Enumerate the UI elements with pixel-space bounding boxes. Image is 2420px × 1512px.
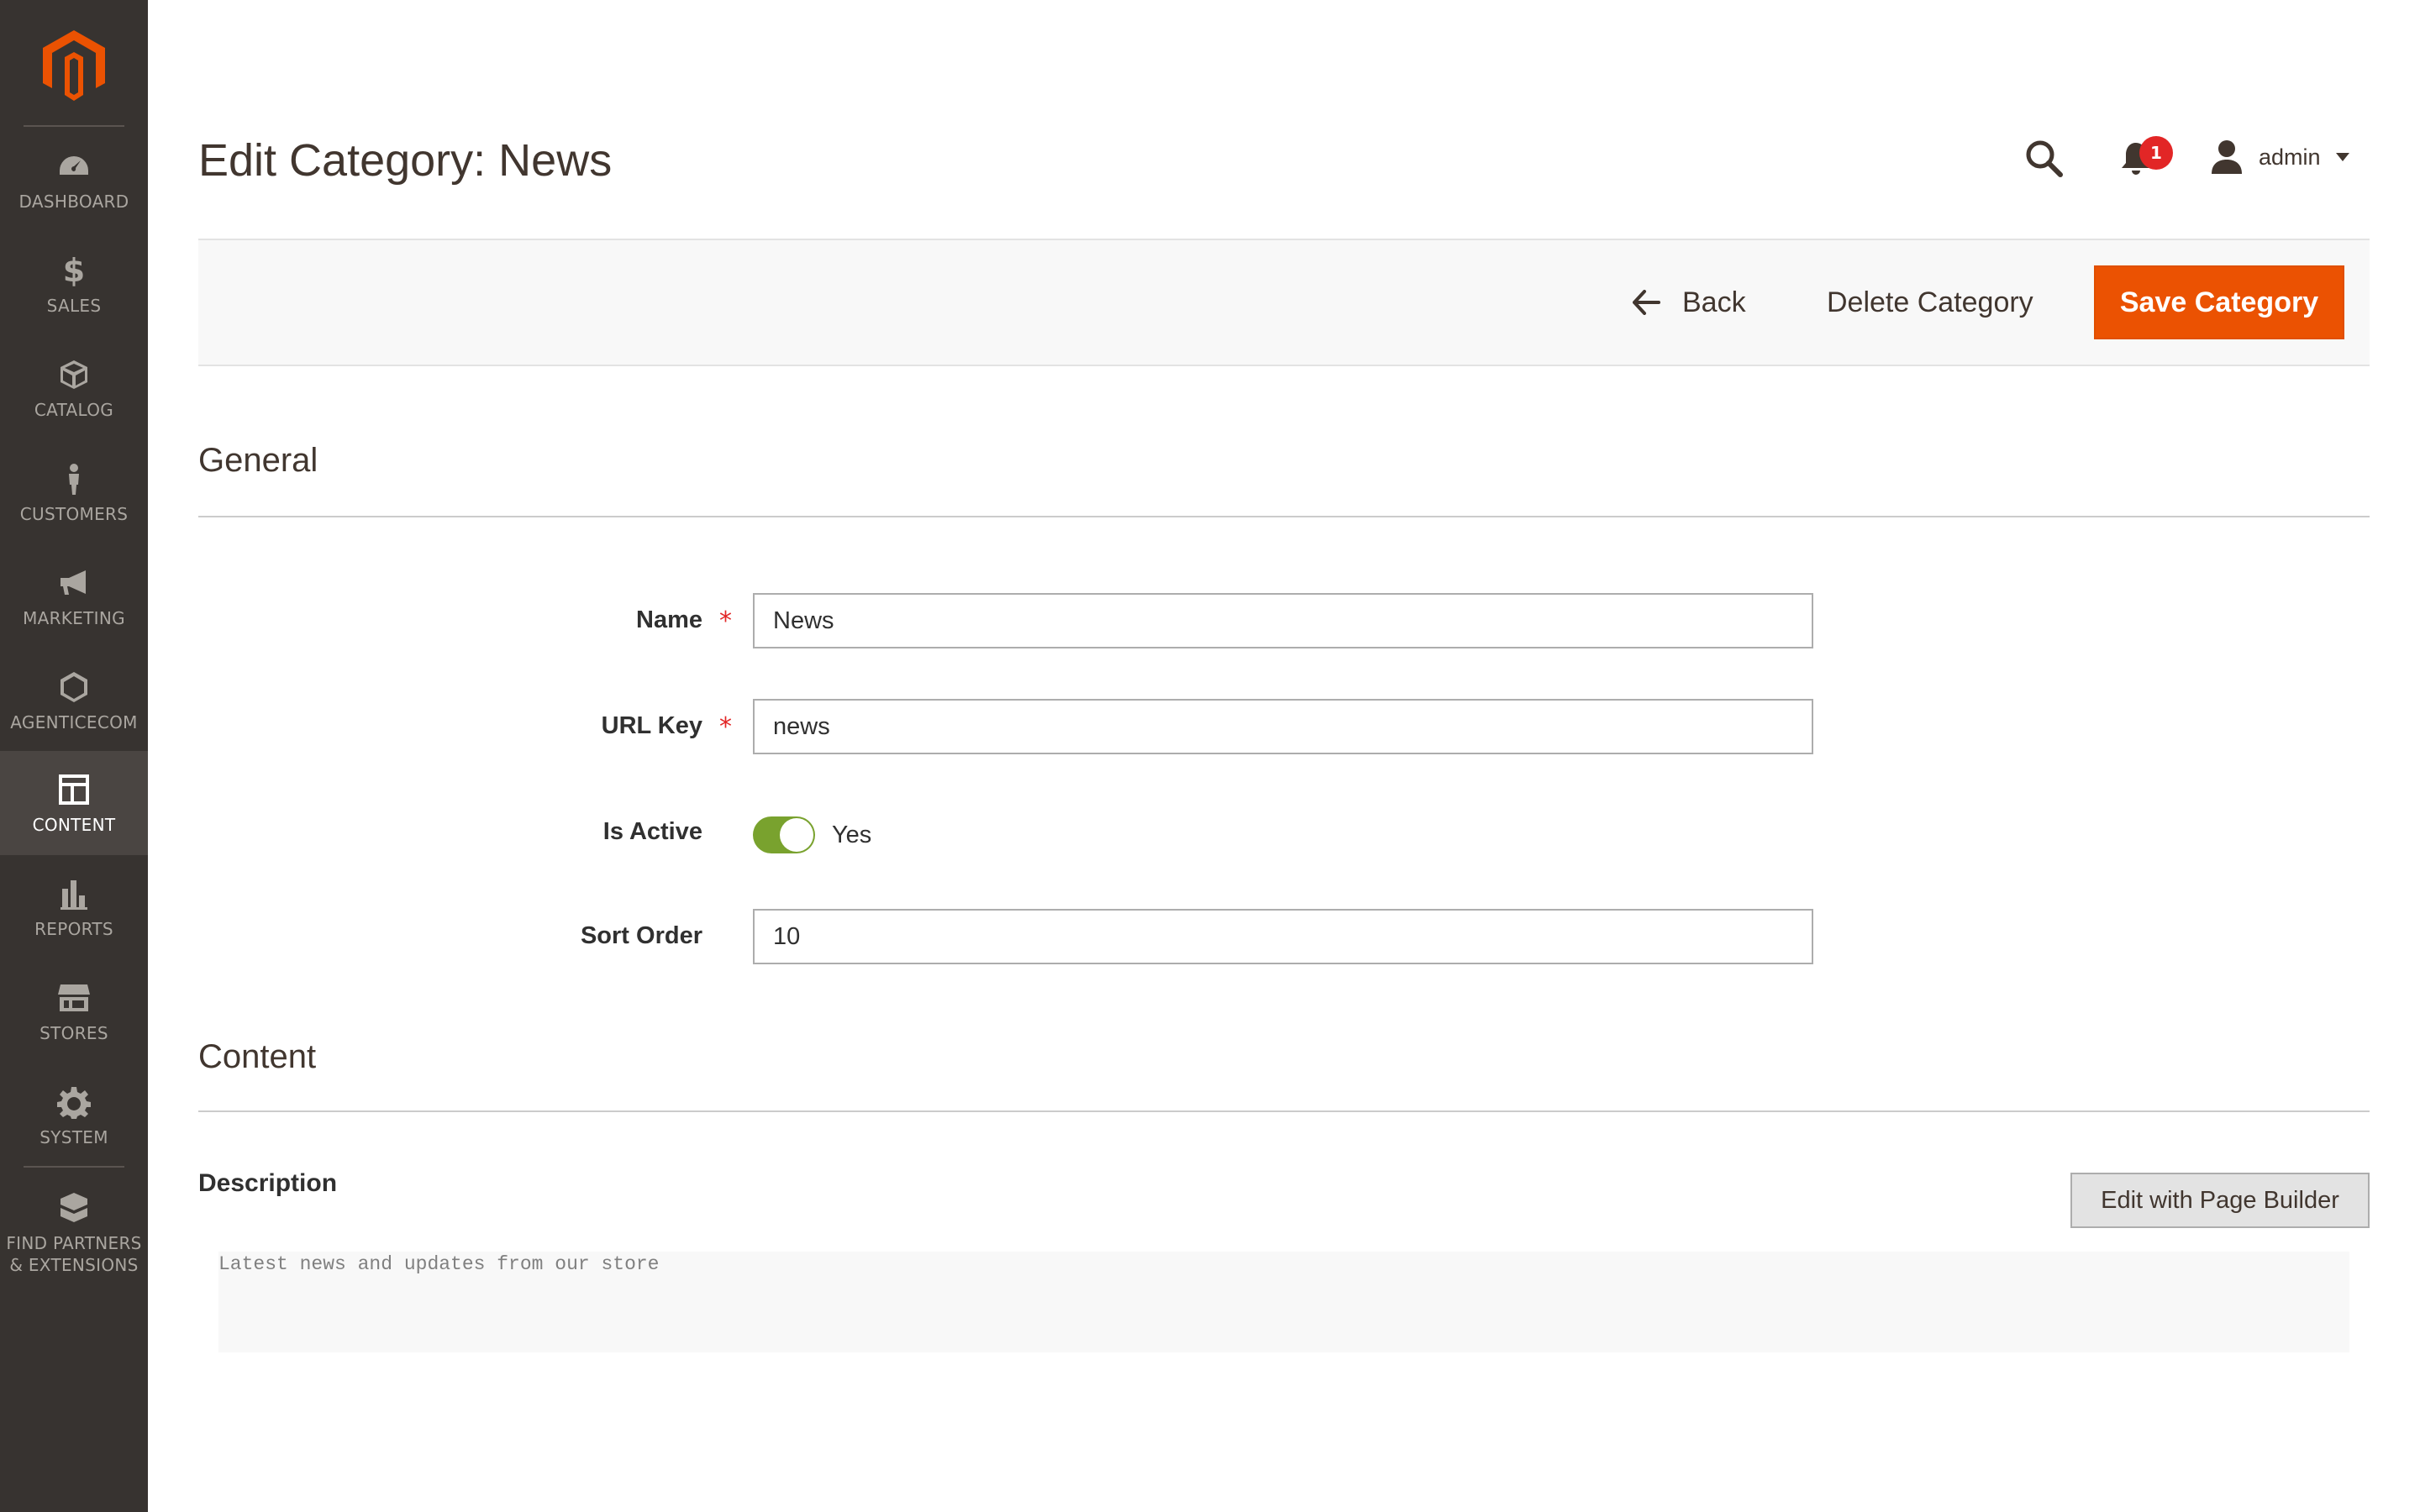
- section-title-content[interactable]: Content: [198, 1038, 316, 1076]
- url-key-input[interactable]: [753, 699, 1813, 754]
- required-asterisk: *: [719, 712, 732, 742]
- box-icon: [57, 358, 91, 391]
- sidebar-item-agenticecom[interactable]: AGENTICECOM: [0, 648, 148, 753]
- gear-icon: [57, 1085, 91, 1119]
- sidebar-item-label: DASHBOARD: [18, 192, 129, 212]
- megaphone-icon: [57, 566, 91, 600]
- sidebar-item-reports[interactable]: REPORTS: [0, 855, 148, 959]
- user-icon: [2212, 140, 2242, 174]
- chevron-down-icon: [2335, 153, 2349, 161]
- blocks-icon: [57, 1191, 91, 1225]
- section-title-general[interactable]: General: [198, 442, 318, 480]
- is-active-label: Is Active: [602, 818, 702, 845]
- sidebar-item-content[interactable]: CONTENT: [0, 751, 148, 855]
- is-active-toggle[interactable]: [753, 816, 815, 853]
- required-asterisk: *: [719, 606, 732, 636]
- dollar-icon: $: [57, 254, 91, 287]
- user-name: admin: [2259, 144, 2321, 170]
- name-label: Name: [636, 606, 702, 633]
- toggle-knob: [780, 818, 813, 852]
- sidebar-item-find-partners[interactable]: FIND PARTNERS & EXTENSIONS: [0, 1169, 148, 1287]
- sidebar-item-system[interactable]: SYSTEM: [0, 1063, 148, 1168]
- sidebar-item-catalog[interactable]: CATALOG: [0, 336, 148, 440]
- layout-icon: [57, 773, 91, 806]
- sidebar-item-customers[interactable]: CUSTOMERS: [0, 440, 148, 544]
- admin-sidebar: DASHBOARD $ SALES CATALOG CUSTOMERS MARK…: [0, 0, 148, 1512]
- sidebar-item-label: CONTENT: [32, 815, 116, 835]
- sidebar-item-stores[interactable]: STORES: [0, 959, 148, 1063]
- sidebar-item-dashboard[interactable]: DASHBOARD: [0, 128, 148, 232]
- bar-chart-icon: [57, 877, 91, 911]
- sidebar-divider: [24, 1166, 124, 1168]
- description-text: Latest news and updates from our store: [218, 1253, 660, 1275]
- sidebar-item-label: CATALOG: [34, 400, 114, 420]
- sidebar-item-label: SYSTEM: [39, 1127, 108, 1147]
- storefront-icon: [57, 981, 91, 1015]
- logo-divider: [24, 125, 124, 127]
- notification-badge[interactable]: 1: [2139, 136, 2173, 170]
- section-divider: [198, 1110, 2370, 1112]
- back-button-label: Back: [1682, 286, 1746, 318]
- user-menu[interactable]: admin: [2210, 136, 2349, 178]
- edit-with-page-builder-button[interactable]: Edit with Page Builder: [2070, 1173, 2370, 1228]
- description-label: Description: [198, 1169, 338, 1197]
- person-icon: [57, 462, 91, 496]
- sidebar-item-label: REPORTS: [34, 919, 113, 939]
- name-input[interactable]: [753, 593, 1813, 648]
- dashboard-icon: [57, 150, 91, 183]
- page-actions-bar: [198, 239, 2370, 366]
- delete-category-button[interactable]: Delete Category: [1827, 279, 2033, 326]
- magento-logo[interactable]: [43, 30, 105, 101]
- back-button[interactable]: Back: [1632, 279, 1746, 326]
- arrow-left-icon: [1633, 290, 1660, 315]
- sidebar-item-label: MARKETING: [23, 608, 125, 628]
- hexagon-icon: [57, 670, 91, 704]
- sidebar-item-marketing[interactable]: MARKETING: [0, 544, 148, 648]
- sort-order-input[interactable]: [753, 909, 1813, 964]
- sidebar-item-sales[interactable]: $ SALES: [0, 232, 148, 336]
- sort-order-label: Sort Order: [580, 922, 702, 949]
- sidebar-item-label: AGENTICECOM: [10, 712, 138, 732]
- search-icon[interactable]: [2023, 138, 2064, 178]
- section-divider: [198, 516, 2370, 517]
- page-title: Edit Category: News: [198, 135, 613, 186]
- sidebar-item-label: SALES: [46, 296, 102, 316]
- svg-text:$: $: [63, 254, 85, 287]
- is-active-value: Yes: [832, 822, 872, 848]
- sidebar-item-label: FIND PARTNERS & EXTENSIONS: [6, 1233, 142, 1275]
- save-category-button[interactable]: Save Category: [2094, 265, 2344, 339]
- sidebar-item-label: STORES: [39, 1023, 108, 1043]
- sidebar-item-label: CUSTOMERS: [19, 504, 129, 524]
- url-key-label: URL Key: [601, 712, 702, 739]
